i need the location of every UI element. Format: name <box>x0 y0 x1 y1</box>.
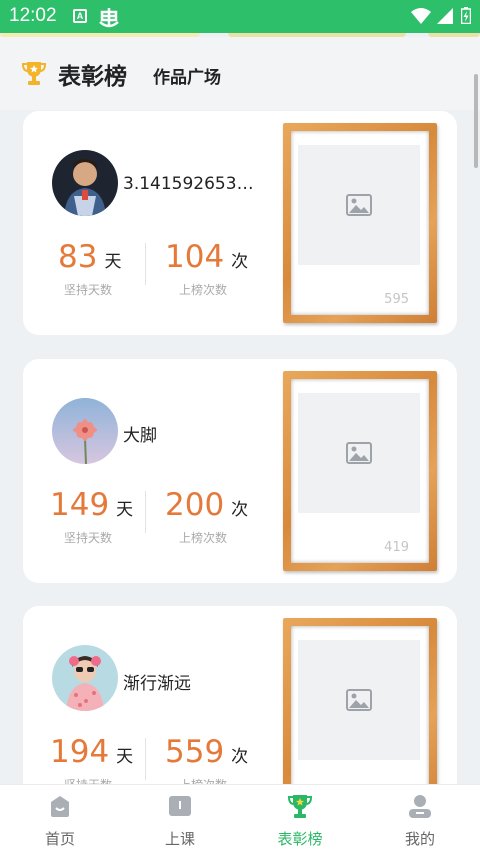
bottom-navigation: 首页 上课 表彰榜 我的 <box>0 784 480 853</box>
artwork-frame[interactable]: 595 <box>283 123 437 323</box>
nav-home[interactable]: 首页 <box>0 785 120 853</box>
days-stat: 83 天 <box>58 239 121 275</box>
scrollbar[interactable] <box>474 74 478 168</box>
page-title: 表彰榜 <box>58 64 127 90</box>
days-value: 194 <box>50 734 110 770</box>
username: 3.1415926535… <box>123 174 263 194</box>
days-stat: 194 天 <box>50 734 133 770</box>
wifi-icon <box>411 8 431 24</box>
battery-icon <box>461 7 471 24</box>
nav-label: 我的 <box>404 830 435 848</box>
image-icon <box>346 442 372 464</box>
times-stat: 104 次 <box>165 239 248 275</box>
days-unit: 天 <box>116 500 134 520</box>
artwork-placeholder <box>298 640 420 760</box>
tab-works-plaza[interactable]: 作品广场 <box>153 63 221 88</box>
home-icon <box>51 796 69 817</box>
honor-card[interactable]: 大脚 149 天 坚持天数 200 次 上榜次数 419 <box>23 359 457 583</box>
trophy-icon <box>287 795 313 818</box>
username: 大脚 <box>123 426 157 446</box>
book-icon <box>169 796 191 816</box>
times-unit: 次 <box>231 747 249 767</box>
times-label: 上榜次数 <box>179 531 228 545</box>
days-value: 149 <box>50 487 110 523</box>
status-time: 12:02 <box>9 5 57 26</box>
times-unit: 次 <box>231 500 249 520</box>
times-value: 104 <box>165 239 225 275</box>
days-label: 坚持天数 <box>64 283 113 297</box>
status-bar: 12:02 A <box>0 0 480 33</box>
times-stat: 559 次 <box>165 734 248 770</box>
days-unit: 天 <box>116 747 134 767</box>
avatar[interactable] <box>52 150 118 216</box>
avatar[interactable] <box>52 398 118 464</box>
person-icon <box>409 795 431 818</box>
artwork-placeholder <box>298 393 420 513</box>
frame-mat: 595 <box>291 131 429 315</box>
frame-mat <box>291 626 429 810</box>
times-value: 559 <box>165 734 225 770</box>
bug-icon <box>99 8 119 28</box>
username: 渐行渐远 <box>123 674 191 694</box>
times-unit: 次 <box>231 252 249 272</box>
days-label: 坚持天数 <box>64 531 113 545</box>
days-unit: 天 <box>104 252 122 272</box>
nav-label: 上课 <box>164 830 195 848</box>
divider <box>145 491 146 533</box>
page-header: 表彰榜 作品广场 <box>0 37 480 110</box>
nav-label: 表彰榜 <box>277 830 323 848</box>
times-stat: 200 次 <box>165 487 248 523</box>
a-notification-icon: A <box>73 9 87 23</box>
divider <box>145 738 146 780</box>
nav-honor-list[interactable]: 表彰榜 <box>240 785 360 853</box>
days-value: 83 <box>58 239 98 275</box>
times-label: 上榜次数 <box>179 283 228 297</box>
divider <box>145 243 146 285</box>
signal-icon <box>437 8 453 24</box>
artwork-placeholder <box>298 145 420 265</box>
artwork-number: 419 <box>384 540 409 555</box>
artwork-frame[interactable]: 419 <box>283 371 437 571</box>
nav-mine[interactable]: 我的 <box>360 785 480 853</box>
trophy-icon <box>21 62 47 85</box>
times-value: 200 <box>165 487 225 523</box>
avatar[interactable] <box>52 645 118 711</box>
image-icon <box>346 689 372 711</box>
frame-mat: 419 <box>291 379 429 563</box>
days-stat: 149 天 <box>50 487 133 523</box>
artwork-number: 595 <box>384 292 409 307</box>
nav-label: 首页 <box>44 830 75 848</box>
honor-card[interactable]: 3.1415926535… 83 天 坚持天数 104 次 上榜次数 595 <box>23 111 457 335</box>
image-icon <box>346 194 372 216</box>
nav-class[interactable]: 上课 <box>120 785 240 853</box>
